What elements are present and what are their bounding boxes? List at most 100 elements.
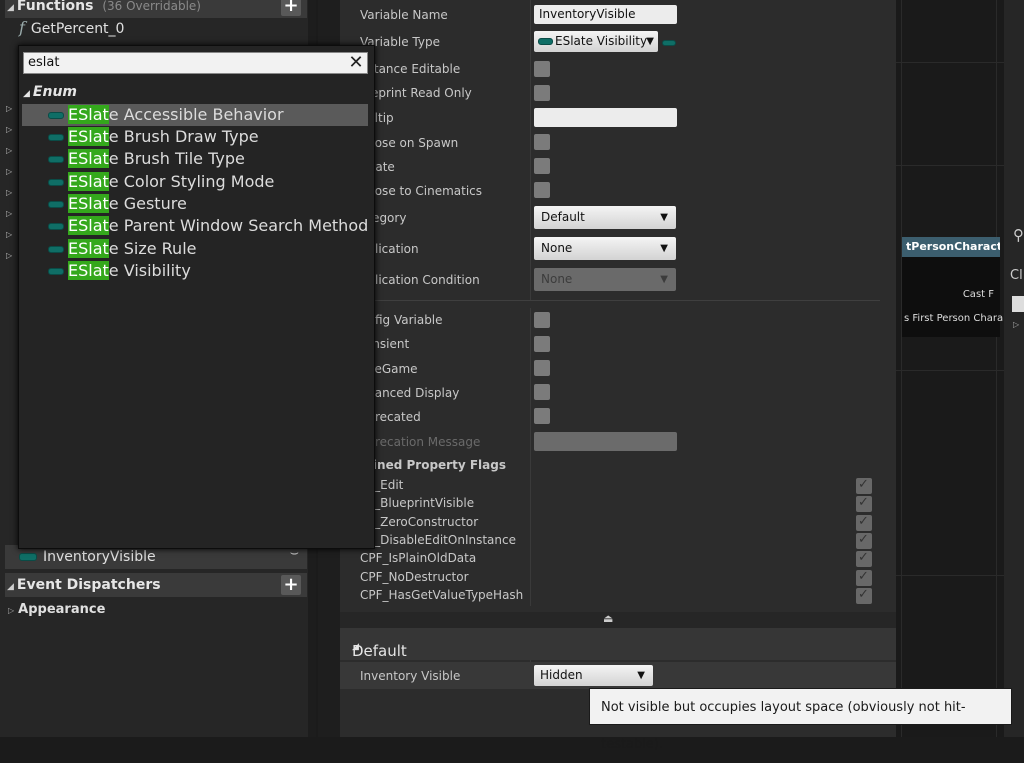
expand-triangle-icon[interactable]: ▷ [6,230,12,239]
flag-checkbox [856,532,872,549]
flag-label: CPF_HasGetValueTypeHash [360,588,524,602]
advanced-collapse-bar[interactable]: ⏏ [340,612,896,628]
section-separator [355,300,880,301]
grid-line [896,165,1004,166]
flag-label: PF_ZeroConstructor [360,515,479,529]
enum-item-label: e Gesture [108,194,187,213]
category-dropdown[interactable]: Default ▼ [534,206,676,229]
flag-checkbox [856,569,872,586]
enum-category-label: Enum [32,84,78,100]
cast-node-body[interactable]: Cast F s First Person Chara [902,257,1003,337]
appearance-label: Appearance [18,602,106,617]
enum-item-match: ESlat [68,172,109,191]
enum-item-label: e Color Styling Mode [108,172,275,191]
right-panel-label: Cl [1010,268,1023,283]
enum-item[interactable]: ESlate Color Styling Mode [22,171,368,193]
variable-item-label: InventoryVisible [43,549,156,565]
enum-item-match: ESlat [68,216,109,235]
enum-item-match: ESlat [68,105,109,124]
enum-pill-icon [48,223,64,230]
enum-variable-pill-icon [19,553,37,561]
replication-condition-dropdown: None ▼ [534,268,676,291]
enum-pill-icon [48,156,64,163]
chevron-down-icon: ▼ [660,243,668,254]
default-value-header[interactable]: ◢Default Value [340,628,896,678]
replication-value: None [541,241,573,255]
tooltip-input[interactable] [534,108,677,127]
enum-pill-icon [48,268,64,275]
category-value: Default [541,210,585,224]
flag-checkbox [856,495,872,512]
type-search-input[interactable] [28,54,338,71]
expand-triangle-icon[interactable]: ▷ [6,188,12,197]
enum-pill-icon [48,179,64,186]
container-type-pill-icon[interactable] [662,40,676,46]
chevron-down-icon: ▼ [646,36,654,47]
deprecation-message-label: eprecation Message [360,435,481,449]
add-function-button[interactable]: + [281,0,301,16]
clear-search-icon[interactable]: ✕ [347,53,365,73]
enum-pill-icon [48,134,64,141]
column-divider [530,308,531,606]
inventory-visible-dropdown[interactable]: Hidden ▼ [534,665,653,686]
enum-item[interactable]: ESlate Brush Draw Type [22,126,368,148]
enum-item-label: e Accessible Behavior [108,105,284,124]
add-event-dispatcher-button[interactable]: + [281,575,301,595]
event-dispatchers-title: Event Dispatchers [16,577,161,593]
functions-overridable-count: (36 Overridable) [102,0,201,13]
private-checkbox[interactable] [534,158,550,174]
grid-line [996,0,997,737]
chevron-down-icon: ▼ [660,274,668,285]
enum-item[interactable]: ESlate Gesture [22,193,368,215]
enum-item[interactable]: ESlate Visibility [22,260,368,282]
chevron-down-icon: ▼ [660,212,668,223]
grid-line [896,370,1004,371]
flag-checkbox [856,587,872,604]
enum-item-match: ESlat [68,261,109,280]
deprecated-checkbox[interactable] [534,408,550,424]
search-icon[interactable]: ⚲ [1013,226,1024,244]
expand-triangle-icon[interactable]: ▷ [6,104,12,113]
cast-node-header[interactable]: tPersonCharacter [902,237,1000,257]
savegame-checkbox[interactable] [534,360,550,376]
enum-item[interactable]: ESlate Parent Window Search Method [22,215,368,237]
type-search-box[interactable]: ✕ [23,52,368,74]
enum-item[interactable]: ESlate Brush Tile Type [22,148,368,170]
flag-checkbox [856,514,872,531]
variable-type-dropdown[interactable]: ESlate Visibility ▼ [534,31,658,52]
blueprint-read-only-label: lueprint Read Only [360,86,472,100]
enum-item[interactable]: ESlate Accessible Behavior [22,104,368,126]
instance-editable-checkbox[interactable] [534,61,550,77]
expose-on-spawn-checkbox[interactable] [534,134,550,150]
flag-label: CPF_NoDestructor [360,570,469,584]
function-item-getpercent[interactable]: f GetPercent_0 [5,16,307,40]
chevron-down-icon: ▼ [637,670,645,681]
right-panel-input[interactable] [1012,296,1024,312]
enum-category[interactable]: ◢ Enum [23,84,77,100]
flag-label: PF_DisableEditOnInstance [360,533,516,547]
cast-node-label: Cast F [962,289,994,300]
expand-triangle-icon[interactable]: ▷ [6,146,12,155]
inventory-visible-label: Inventory Visible [360,669,461,683]
expand-triangle-icon[interactable]: ▷ [6,209,12,218]
event-dispatchers-header[interactable]: ◢ Event Dispatchers + [5,573,307,597]
variable-name-input[interactable]: InventoryVisible [534,5,677,24]
collapse-triangle-icon: ◢ [7,582,14,592]
enum-type-pill-icon [538,38,553,45]
appearance-category[interactable]: ▷ Appearance [5,598,307,622]
right-side-panel: ⚲ Cl ▷ [1004,0,1024,737]
expose-to-cinematics-checkbox[interactable] [534,182,550,198]
variable-type-value: ESlate Visibility [555,34,648,48]
variable-name-label: Variable Name [360,8,448,22]
replication-dropdown[interactable]: None ▼ [534,237,676,260]
config-variable-checkbox[interactable] [534,312,550,328]
advanced-display-checkbox[interactable] [534,384,550,400]
enum-item[interactable]: ESlate Size Rule [22,238,368,260]
expand-triangle-icon[interactable]: ▷ [6,251,12,260]
expand-triangle-icon[interactable]: ▷ [6,125,12,134]
expand-triangle-icon[interactable]: ▷ [6,167,12,176]
expand-triangle-icon[interactable]: ▷ [1013,320,1019,329]
blueprint-read-only-checkbox[interactable] [534,85,550,101]
collapse-triangle-icon: ◢ [23,89,30,99]
transient-checkbox[interactable] [534,336,550,352]
